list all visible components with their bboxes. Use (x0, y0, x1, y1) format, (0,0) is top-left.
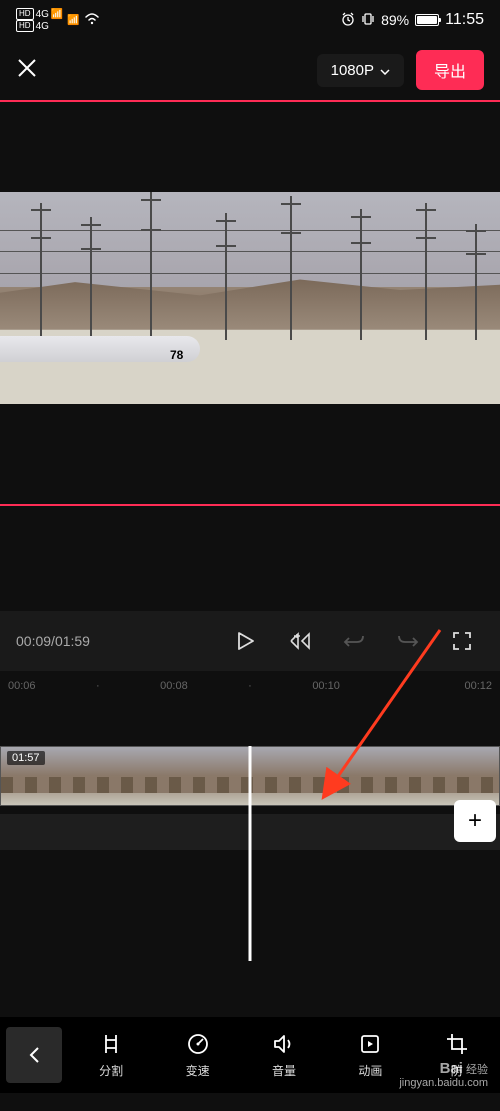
ruler-mark: 00:12 (464, 680, 492, 692)
keyframe-button[interactable] (278, 619, 322, 663)
status-right: 89% 11:55 (341, 11, 484, 29)
speed-icon (185, 1031, 211, 1057)
crop-line-bottom[interactable] (0, 504, 500, 506)
video-preview[interactable]: 78 (0, 192, 500, 404)
chevron-down-icon (380, 62, 390, 79)
ruler-mark: 00:08 (160, 680, 188, 692)
close-button[interactable] (16, 55, 38, 86)
undo-button[interactable] (332, 619, 376, 663)
hd-badge-2: HD (16, 20, 34, 32)
ruler-mark: 00:10 (312, 680, 340, 692)
split-icon (98, 1031, 124, 1057)
crop-icon (444, 1031, 470, 1057)
battery-percent: 89% (381, 12, 409, 28)
tool-speed[interactable]: 变速 (168, 1031, 228, 1079)
redo-button[interactable] (386, 619, 430, 663)
playhead[interactable] (249, 746, 252, 961)
play-button[interactable] (224, 619, 268, 663)
tool-split[interactable]: 分割 (81, 1031, 141, 1079)
status-left: HD 4G 📶 HD 4G 📶 (16, 8, 100, 32)
clip-duration-badge: 01:57 (7, 751, 45, 765)
alarm-icon (341, 12, 355, 29)
preview-area: 78 (0, 100, 500, 506)
volume-icon (271, 1031, 297, 1057)
train-number: 78 (170, 348, 183, 362)
resolution-selector[interactable]: 1080P (317, 54, 404, 87)
status-bar: HD 4G 📶 HD 4G 📶 89% 11:55 (0, 0, 500, 40)
playback-controls: 00:09/01:59 (0, 611, 500, 671)
export-button[interactable]: 导出 (416, 50, 484, 90)
vibrate-icon (361, 12, 375, 29)
watermark: Bai 经验 jingyan.baidu.com (399, 1060, 488, 1089)
hd-badge-1: HD (16, 8, 34, 20)
fullscreen-button[interactable] (440, 619, 484, 663)
add-clip-button[interactable]: + (454, 800, 496, 842)
battery-icon (415, 14, 439, 26)
timecode: 00:09/01:59 (16, 633, 214, 649)
animation-icon (357, 1031, 383, 1057)
tool-animation[interactable]: 动画 (340, 1031, 400, 1079)
network-4g-1: 4G (36, 9, 49, 20)
clock-time: 11:55 (445, 11, 484, 29)
signal-icon-1: 📶 (51, 9, 63, 20)
resolution-label: 1080P (331, 62, 374, 79)
tool-volume[interactable]: 音量 (254, 1031, 314, 1079)
signal-icon-2: 📶 (67, 15, 79, 26)
back-button[interactable] (6, 1027, 62, 1083)
timeline-ruler[interactable]: 00:06 · 00:08 · 00:10 · 00:12 (0, 671, 500, 701)
wifi-icon (84, 13, 100, 28)
ruler-mark: 00:06 (8, 680, 36, 692)
network-4g-2: 4G (36, 21, 49, 32)
top-toolbar: 1080P 导出 (0, 40, 500, 100)
timeline[interactable]: 01:57 + (0, 746, 500, 961)
